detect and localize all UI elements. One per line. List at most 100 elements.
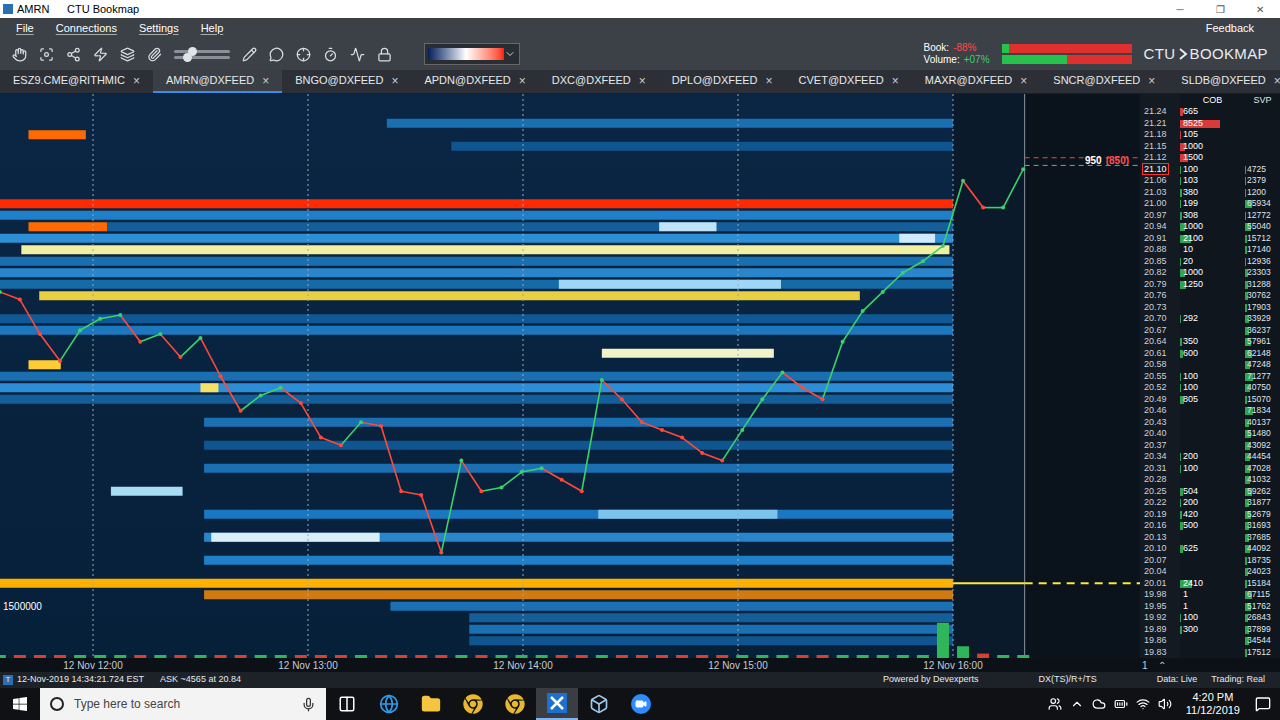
instrument-tab[interactable]: SLDB@DXFEED× bbox=[1168, 70, 1280, 93]
price-row: 20.04 bbox=[1140, 566, 1180, 578]
tab-close-button[interactable]: × bbox=[1020, 72, 1027, 90]
order-label: 950(850) bbox=[1085, 155, 1129, 166]
window-control[interactable]: ✕ bbox=[1240, 0, 1280, 18]
svp-row: 40750 bbox=[1245, 382, 1280, 394]
taskbar-app[interactable] bbox=[494, 688, 536, 720]
slider[interactable] bbox=[174, 50, 230, 53]
price-row: 20.37 bbox=[1140, 440, 1180, 452]
window-control[interactable]: ─ bbox=[1160, 0, 1200, 18]
cob-column: COB6658525105100015001001033801993081000… bbox=[1180, 94, 1245, 658]
tool-icon[interactable] bbox=[147, 47, 162, 62]
cob-row bbox=[1180, 474, 1245, 486]
taskbar-app[interactable] bbox=[620, 688, 662, 720]
instrument-tab[interactable]: SNCR@DXFEED× bbox=[1040, 70, 1168, 93]
trade-dot bbox=[58, 359, 62, 363]
tab-close-button[interactable]: × bbox=[892, 72, 899, 90]
price-segment bbox=[180, 338, 200, 357]
taskbar-app[interactable] bbox=[410, 688, 452, 720]
instrument-tab[interactable]: DPLO@DXFEED× bbox=[659, 70, 786, 93]
menu-item[interactable]: Settings bbox=[139, 20, 179, 37]
tool-icon[interactable] bbox=[323, 47, 338, 62]
price-segment bbox=[261, 388, 281, 396]
price-segment bbox=[1003, 169, 1023, 207]
instrument-tab[interactable]: AMRN@DXFEED× bbox=[153, 70, 282, 93]
slider[interactable] bbox=[174, 56, 230, 59]
show-hidden-icon[interactable] bbox=[1070, 697, 1084, 711]
axis-control[interactable]: 1 bbox=[1142, 658, 1148, 673]
instrument-tab[interactable]: CVET@DXFEED× bbox=[786, 70, 912, 93]
volume-icon[interactable] bbox=[1158, 697, 1172, 711]
tab-close-button[interactable]: × bbox=[1148, 72, 1155, 90]
tool-icon[interactable] bbox=[93, 47, 108, 62]
trade-dot bbox=[219, 374, 223, 378]
tool-icon[interactable] bbox=[269, 47, 284, 62]
price-row: 20.91 bbox=[1140, 233, 1180, 245]
tool-icon[interactable] bbox=[120, 47, 135, 62]
tool-icon[interactable] bbox=[66, 47, 81, 62]
menu-item[interactable]: File bbox=[16, 20, 34, 37]
onedrive-icon[interactable] bbox=[1092, 697, 1106, 711]
menu-item[interactable]: Help bbox=[201, 20, 224, 37]
price-segment bbox=[542, 468, 562, 480]
liquidity-band bbox=[0, 395, 953, 404]
liquidity-band bbox=[0, 280, 953, 289]
cob-row: 2410 bbox=[1180, 578, 1245, 590]
tool-icon[interactable] bbox=[377, 47, 392, 62]
tool-icon[interactable] bbox=[242, 47, 257, 62]
tool-icon[interactable] bbox=[350, 47, 365, 62]
color-scheme-select[interactable] bbox=[424, 43, 520, 65]
taskbar-app[interactable] bbox=[578, 688, 620, 720]
taskbar-app[interactable] bbox=[368, 688, 410, 720]
instrument-tab[interactable]: ESZ9.CME@RITHMIC× bbox=[0, 70, 153, 93]
app-icon bbox=[3, 4, 13, 14]
liquidity-band bbox=[204, 533, 953, 542]
instrument-tab[interactable]: DXC@DXFEED× bbox=[539, 70, 659, 93]
cob-row: 625 bbox=[1180, 543, 1245, 555]
system-tray bbox=[1048, 697, 1180, 711]
tool-icon[interactable] bbox=[12, 47, 27, 62]
tab-close-button[interactable]: × bbox=[133, 72, 140, 90]
tab-close-button[interactable]: × bbox=[262, 72, 269, 90]
price-segment bbox=[963, 181, 983, 208]
window-control[interactable]: ❐ bbox=[1200, 0, 1240, 18]
cob-row: 504 bbox=[1180, 486, 1245, 498]
instrument-tab[interactable]: BNGO@DXFEED× bbox=[282, 70, 411, 93]
trade-dot bbox=[399, 489, 403, 493]
axis-control[interactable]: ⌃ bbox=[1158, 658, 1166, 673]
tab-close-button[interactable]: × bbox=[766, 72, 773, 90]
tab-close-button[interactable]: × bbox=[519, 72, 526, 90]
svp-row: 15184 bbox=[1245, 578, 1280, 590]
file-explorer-icon bbox=[421, 694, 441, 714]
taskbar-app[interactable] bbox=[452, 688, 494, 720]
tool-icon[interactable] bbox=[39, 47, 54, 62]
tab-close-button[interactable]: × bbox=[639, 72, 646, 90]
trade-dot bbox=[319, 436, 323, 440]
time-tick: 12 Nov 12:00 bbox=[63, 660, 123, 671]
trade-dot bbox=[660, 428, 664, 432]
window-title: AMRN bbox=[17, 1, 67, 18]
wifi-icon[interactable] bbox=[1136, 697, 1150, 711]
search-box[interactable]: Type here to search bbox=[40, 688, 326, 720]
taskbar-app[interactable] bbox=[326, 688, 368, 720]
taskbar-app[interactable] bbox=[536, 688, 578, 720]
svp-row: 59262 bbox=[1245, 486, 1280, 498]
battery-icon[interactable] bbox=[1114, 697, 1128, 711]
cob-row: 100 bbox=[1180, 164, 1245, 176]
trade-dot bbox=[841, 340, 845, 344]
tool-icon[interactable] bbox=[296, 47, 311, 62]
instrument-tab[interactable]: MAXR@DXFEED× bbox=[912, 70, 1041, 93]
trade-dot bbox=[299, 401, 303, 405]
heatmap-chart[interactable]: 950(850)1500000 bbox=[0, 94, 1140, 658]
liquidity-band bbox=[469, 625, 953, 634]
tab-close-button[interactable]: × bbox=[1274, 72, 1280, 90]
liquidity-band bbox=[21, 245, 949, 254]
start-button[interactable] bbox=[0, 688, 40, 720]
feedback-link[interactable]: Feedback bbox=[1206, 20, 1254, 37]
people-icon[interactable] bbox=[1048, 697, 1062, 711]
instrument-tab[interactable]: APDN@DXFEED× bbox=[411, 70, 538, 93]
clock[interactable]: 4:20 PM11/12/2019 bbox=[1180, 691, 1246, 717]
svp-column: SVP4725237912006593412772550401571217140… bbox=[1245, 94, 1280, 658]
menu-item[interactable]: Connections bbox=[56, 20, 117, 37]
tab-close-button[interactable]: × bbox=[391, 72, 398, 90]
notifications-button[interactable] bbox=[1246, 688, 1280, 720]
